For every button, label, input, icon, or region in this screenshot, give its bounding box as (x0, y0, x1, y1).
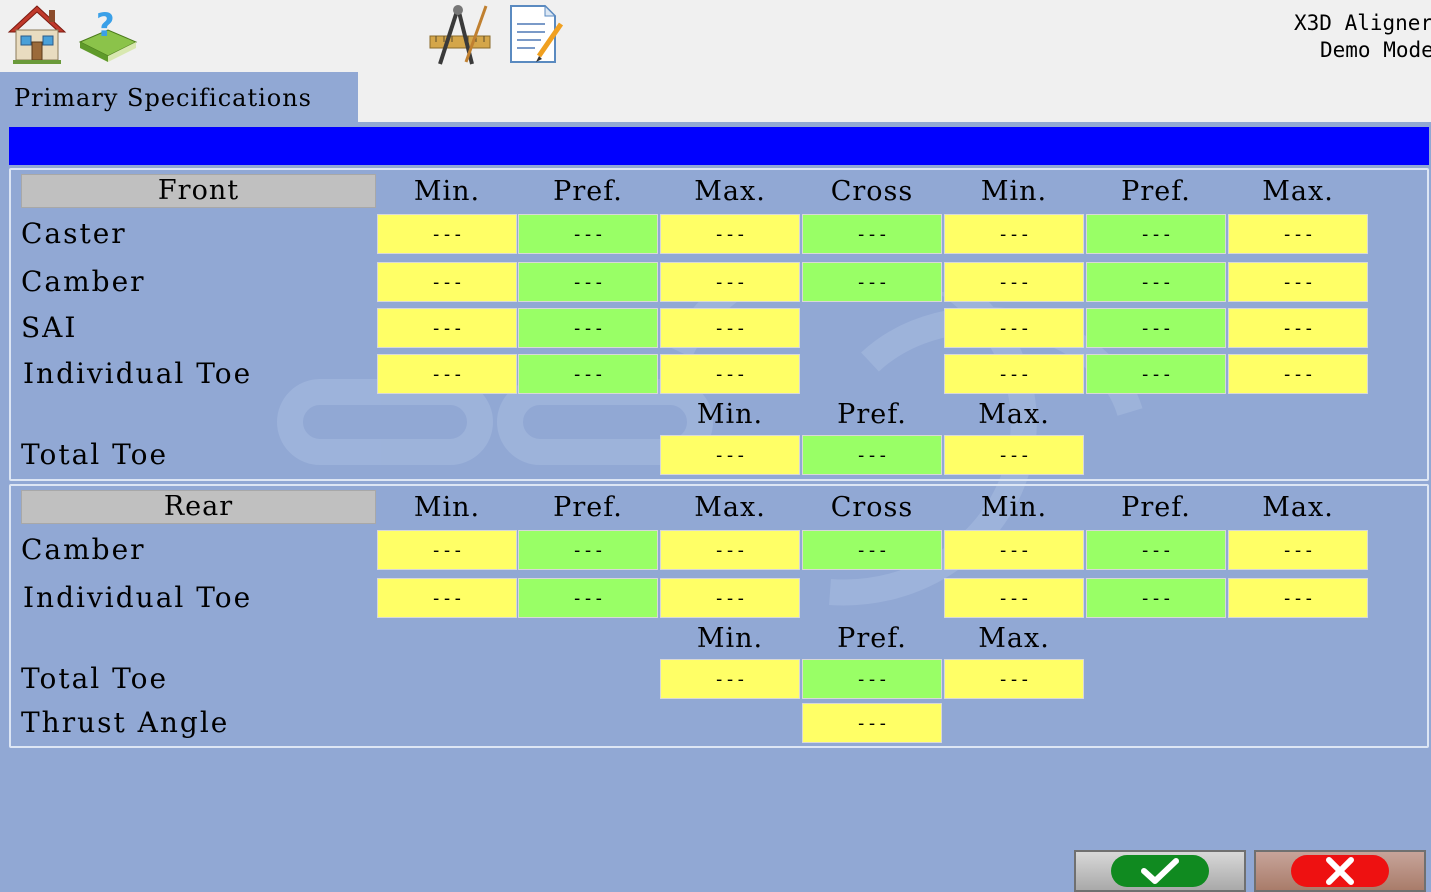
spec-value-cell[interactable]: --- (1228, 578, 1368, 618)
spec-value-cell[interactable]: --- (1228, 354, 1368, 394)
spec-value-cell[interactable]: --- (1086, 214, 1226, 254)
spec-value-cell[interactable]: --- (802, 214, 942, 254)
spec-value-cell[interactable]: --- (944, 262, 1084, 302)
column-header: Pref. (1121, 176, 1191, 207)
column-header: Min. (413, 176, 481, 207)
spec-value-cell[interactable]: --- (518, 578, 658, 618)
total-column-header: Max. (978, 623, 1050, 654)
column-header: Max. (694, 176, 766, 207)
row-label-camber: Camber (21, 265, 146, 298)
row-label-caster: Caster (21, 217, 127, 250)
front-header: Front (21, 174, 376, 208)
total-toe-cell[interactable]: --- (944, 435, 1084, 475)
column-header: Cross (830, 176, 914, 207)
spec-value-cell[interactable]: --- (1086, 308, 1226, 348)
spec-value-cell[interactable]: --- (660, 578, 800, 618)
total-column-header: Max. (978, 399, 1050, 430)
toolbar: ? X3D Aligner Demo Mode (0, 0, 1431, 72)
row-label-total-toe: Total Toe (21, 438, 169, 471)
column-header: Min. (980, 492, 1048, 523)
spec-value-cell[interactable]: --- (944, 354, 1084, 394)
row-label-individual-toe: Individual Toe (23, 357, 253, 390)
total-toe-cell[interactable]: --- (802, 435, 942, 475)
help-book-icon[interactable]: ? (74, 2, 138, 66)
spec-value-cell[interactable]: --- (518, 214, 658, 254)
column-header: Min. (413, 492, 481, 523)
header-bar (9, 127, 1429, 165)
spec-value-cell[interactable]: --- (660, 214, 800, 254)
row-label-rear-camber: Camber (21, 533, 146, 566)
spec-value-cell[interactable]: --- (377, 530, 517, 570)
spec-value-cell[interactable]: --- (802, 262, 942, 302)
column-header: Max. (1262, 176, 1334, 207)
column-header: Max. (694, 492, 766, 523)
ok-button[interactable] (1074, 850, 1246, 892)
ok-pill (1111, 855, 1209, 887)
spec-value-cell[interactable]: --- (660, 530, 800, 570)
rear-header: Rear (21, 490, 376, 524)
spec-value-cell[interactable]: --- (1086, 578, 1226, 618)
total-column-header: Pref. (837, 399, 907, 430)
checkmark-icon (1141, 858, 1179, 884)
spec-value-cell[interactable]: --- (944, 530, 1084, 570)
spec-value-cell[interactable]: --- (1228, 530, 1368, 570)
app-mode: Demo Mode (1320, 38, 1431, 62)
cancel-button[interactable] (1254, 850, 1426, 892)
drawing-tools-icon[interactable] (428, 2, 492, 66)
row-label-thrust-angle: Thrust Angle (21, 706, 230, 739)
spec-value-cell[interactable]: --- (518, 530, 658, 570)
spec-value-cell[interactable]: --- (660, 262, 800, 302)
spec-value-cell[interactable]: --- (944, 578, 1084, 618)
row-label-rear-individual-toe: Individual Toe (23, 581, 253, 614)
column-header: Pref. (553, 176, 623, 207)
cancel-pill (1291, 855, 1389, 887)
total-toe-cell[interactable]: --- (802, 659, 942, 699)
front-specs-group: Front Min. Pref. Max. Cross Min. Pref. Max. Ca… (9, 168, 1429, 481)
x-icon (1326, 857, 1354, 885)
spec-value-cell[interactable]: --- (1228, 262, 1368, 302)
app-title: X3D Aligner (1294, 11, 1431, 35)
thrust-angle-cell[interactable]: --- (802, 703, 942, 743)
home-icon[interactable] (5, 2, 69, 66)
spec-value-cell[interactable]: --- (518, 354, 658, 394)
tab-primary-specifications[interactable]: Primary Specifications (0, 72, 358, 124)
spec-value-cell[interactable]: --- (518, 308, 658, 348)
spec-value-cell[interactable]: --- (944, 214, 1084, 254)
app-info: X3D Aligner Demo Mode (1291, 10, 1431, 64)
spec-value-cell[interactable]: --- (802, 530, 942, 570)
main-panel: Front Min. Pref. Max. Cross Min. Pref. Max. Ca… (0, 122, 1431, 892)
column-header: Min. (980, 176, 1048, 207)
svg-text:?: ? (96, 6, 115, 44)
spec-value-cell[interactable]: --- (660, 308, 800, 348)
total-toe-cell[interactable]: --- (944, 659, 1084, 699)
spec-value-cell[interactable]: --- (377, 354, 517, 394)
total-toe-cell[interactable]: --- (660, 659, 800, 699)
spec-value-cell[interactable]: --- (1228, 308, 1368, 348)
spec-value-cell[interactable]: --- (518, 262, 658, 302)
spec-value-cell[interactable]: --- (377, 214, 517, 254)
spec-value-cell[interactable]: --- (1228, 214, 1368, 254)
total-column-header: Min. (696, 623, 764, 654)
spec-value-cell[interactable]: --- (1086, 530, 1226, 570)
spec-value-cell[interactable]: --- (944, 308, 1084, 348)
row-label-sai: SAI (21, 311, 78, 344)
column-header: Cross (830, 492, 914, 523)
column-header: Pref. (553, 492, 623, 523)
total-toe-cell[interactable]: --- (660, 435, 800, 475)
spec-value-cell[interactable]: --- (377, 308, 517, 348)
spec-value-cell[interactable]: --- (1086, 354, 1226, 394)
total-column-header: Pref. (837, 623, 907, 654)
spec-value-cell[interactable]: --- (377, 262, 517, 302)
spec-value-cell[interactable]: --- (377, 578, 517, 618)
row-label-rear-total-toe: Total Toe (21, 662, 169, 695)
column-header: Max. (1262, 492, 1334, 523)
total-column-header: Min. (696, 399, 764, 430)
notepad-edit-icon[interactable] (503, 2, 567, 66)
spec-value-cell[interactable]: --- (1086, 262, 1226, 302)
rear-specs-group: Rear Min. Pref. Max. Cross Min. Pref. Max. Cam… (9, 484, 1429, 748)
column-header: Pref. (1121, 492, 1191, 523)
spec-value-cell[interactable]: --- (660, 354, 800, 394)
